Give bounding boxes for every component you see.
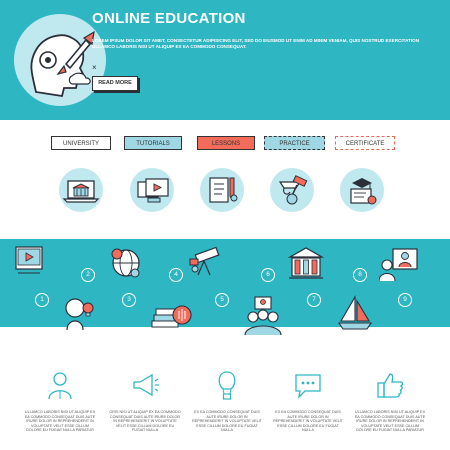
video-player-icon — [14, 245, 44, 275]
chat-bubble-icon — [293, 370, 323, 400]
idea-thinking-icon — [63, 296, 95, 331]
diploma-certificate-icon — [340, 168, 384, 212]
feature-text-2: ORIS NISI UT ALIQUIP EX EA COMMODO CONSE… — [109, 410, 181, 433]
step-8: 8 — [353, 268, 367, 282]
feature-text-3: EX EA COMMODO CONSEQUAT DUIS AUTE IRURE … — [192, 410, 262, 433]
university-laptop-icon — [59, 168, 103, 212]
feature-text-1: ULLAMCO LABORIS NISI UT ALIQUIP EX EA CO… — [24, 410, 96, 433]
tab-university[interactable]: UNIVERSITY — [51, 136, 111, 150]
step-2: 2 — [81, 268, 95, 282]
practice-tools-icon — [270, 168, 314, 212]
sailboat-book-icon — [335, 294, 375, 333]
feature-text-4: EX EA COMMODO CONSEQUAT DUIS AUTE IRURE … — [273, 410, 343, 433]
person-icon — [45, 370, 75, 400]
svg-text:×: × — [92, 63, 97, 72]
online-classroom-icon — [243, 295, 283, 336]
step-9: 9 — [398, 293, 412, 307]
step-1: 1 — [35, 293, 49, 307]
lesson-checklist-icon — [200, 168, 244, 212]
step-5: 5 — [215, 293, 229, 307]
telescope-icon — [186, 245, 222, 277]
hot-air-balloon-icon — [212, 370, 242, 400]
page-title: ONLINE EDUCATION — [92, 10, 246, 27]
feature-text-5: ULLAMCO LABORIS NISI UT ALIQUIP EX EA CO… — [354, 410, 426, 433]
video-call-icon — [378, 247, 419, 282]
global-network-icon — [105, 243, 143, 281]
megaphone-icon — [130, 370, 160, 400]
step-7: 7 — [307, 293, 321, 307]
step-6: 6 — [261, 268, 275, 282]
rocket-head-icon: × — [14, 14, 106, 106]
read-more-button[interactable]: READ MORE — [92, 76, 138, 91]
university-building-icon — [287, 246, 325, 280]
tab-lessons[interactable]: LESSONS — [197, 136, 255, 150]
step-4: 4 — [169, 268, 183, 282]
thumbs-up-icon — [375, 370, 405, 400]
tab-certificate[interactable]: CERTIFICATE — [335, 136, 395, 150]
video-tutorial-icon — [130, 168, 174, 212]
books-audio-icon — [150, 297, 192, 331]
header-description: LOREM IPSUM DOLOR SIT AMET, CONSECTETUR … — [92, 38, 420, 50]
tab-tutorials[interactable]: TUTORIALS — [124, 136, 182, 150]
step-3: 3 — [122, 293, 136, 307]
tab-practice[interactable]: PRACTICE — [264, 136, 325, 150]
